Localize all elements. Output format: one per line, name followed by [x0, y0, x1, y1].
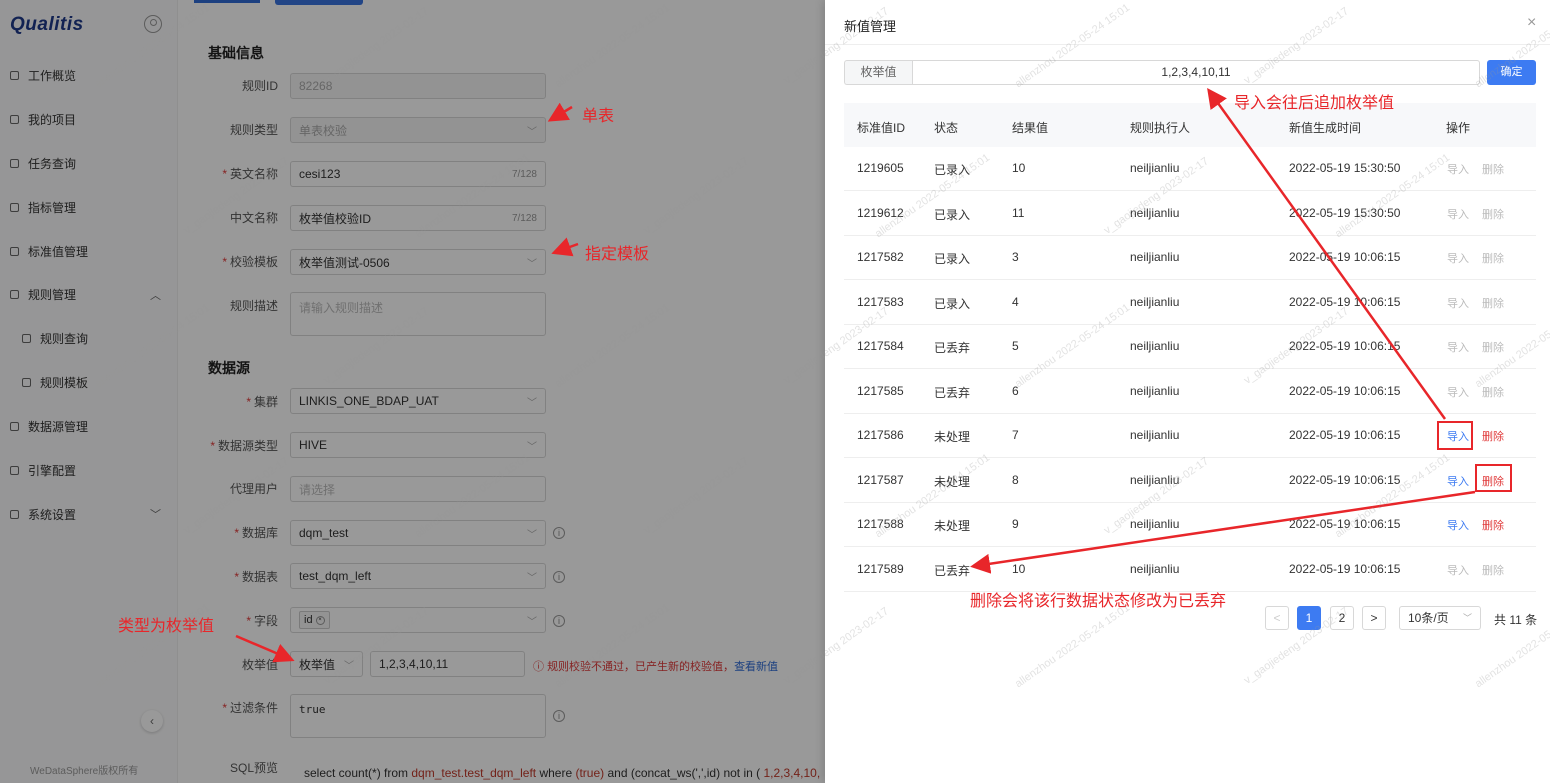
arrow-template: [551, 237, 579, 257]
annotation-arrows: [235, 87, 1476, 663]
arrow-import: [1207, 87, 1447, 420]
arrow-delete: [970, 490, 1476, 574]
arrow-single-table: [547, 102, 573, 122]
arrow-enum-type: [235, 634, 295, 663]
